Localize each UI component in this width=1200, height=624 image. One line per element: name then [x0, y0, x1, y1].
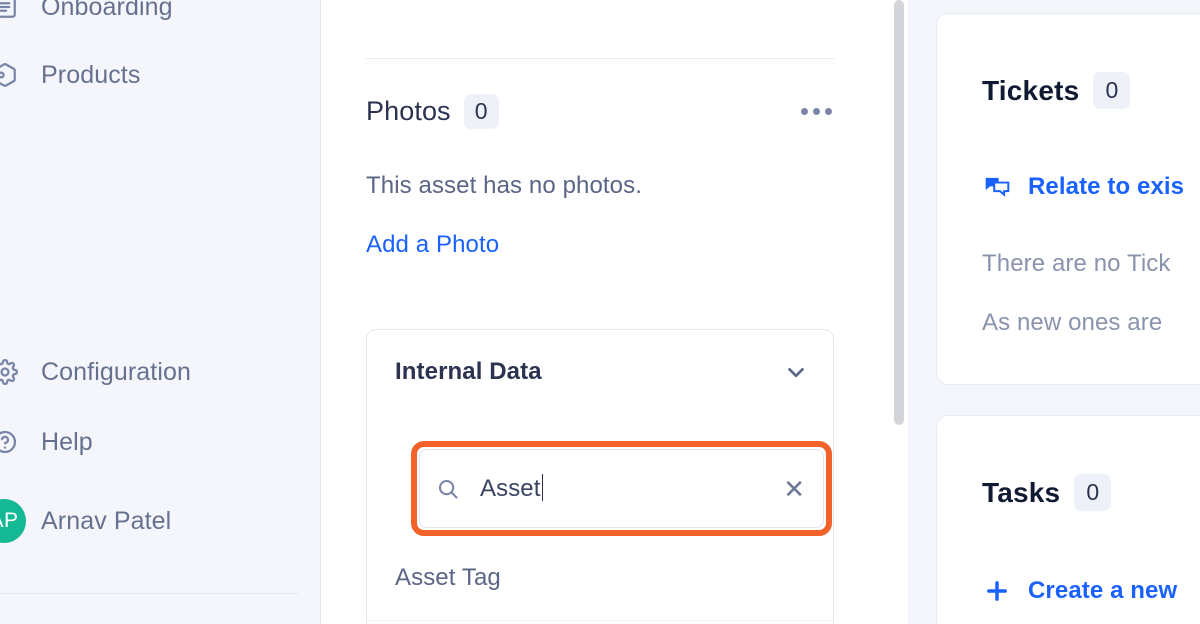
sidebar-item-label: Products [41, 60, 141, 89]
relate-link-label: Relate to exis [1028, 173, 1185, 200]
photos-empty-message: This asset has no photos. [366, 172, 642, 199]
close-icon[interactable]: ✕ [783, 476, 805, 502]
gear-icon [0, 359, 18, 385]
tasks-title: Tasks [982, 476, 1061, 508]
sidebar-item-configuration[interactable]: Configuration [0, 349, 300, 395]
user-name-label: Arnav Patel [41, 506, 172, 535]
sidebar: Onboarding Products Configuration Help P… [0, 0, 321, 624]
text-caret [541, 474, 544, 501]
field-label-asset-tag[interactable]: Asset Tag [395, 564, 501, 592]
create-a-new-task-link[interactable]: Create a new [982, 576, 1177, 606]
main-content: Photos 0 This asset has no photos. Add a… [321, 0, 908, 624]
sidebar-item-label: Onboarding [41, 0, 173, 21]
sidebar-divider [0, 593, 298, 594]
search-input[interactable]: Asset ✕ [419, 449, 824, 528]
tickets-card: Tickets 0 Relate to exis There are no Ti… [936, 13, 1200, 385]
sidebar-item-onboarding[interactable]: Onboarding [0, 0, 300, 30]
scrollbar-thumb[interactable] [894, 0, 904, 425]
avatar: AP [0, 499, 26, 543]
chat-bubbles-icon [982, 172, 1012, 202]
tickets-empty-note-secondary: As new ones are [982, 309, 1163, 336]
right-panel: Tickets 0 Relate to exis There are no Ti… [908, 0, 1200, 624]
kebab-menu-icon[interactable] [799, 102, 834, 121]
list-document-icon [0, 0, 18, 20]
sidebar-item-help[interactable]: Help [0, 419, 300, 465]
tasks-header: Tasks 0 [982, 474, 1112, 511]
search-input-value: Asset [480, 474, 544, 503]
page-title: Photos [366, 95, 451, 126]
sidebar-item-products[interactable]: Products [0, 52, 300, 98]
photos-count-badge: 0 [463, 93, 499, 129]
search-icon [436, 477, 460, 501]
question-circle-icon [0, 429, 18, 455]
tickets-title: Tickets [982, 74, 1080, 106]
app-screen: Onboarding Products Configuration Help P… [0, 0, 1200, 624]
sidebar-item-label: Configuration [41, 357, 192, 386]
plus-icon [982, 576, 1012, 606]
tickets-header: Tickets 0 [982, 72, 1131, 109]
sidebar-item-label: Help [41, 427, 93, 456]
internal-data-card: Internal Data Asset ✕ Asset Tag [366, 329, 834, 624]
tickets-empty-note-primary: There are no Tick [982, 250, 1171, 277]
box-package-icon [0, 62, 18, 88]
main-scrollbar[interactable] [894, 0, 904, 624]
photos-section-header: Photos 0 [366, 90, 834, 132]
tasks-card: Tasks 0 Create a new [936, 415, 1200, 624]
relate-to-existing-ticket-link[interactable]: Relate to exis [982, 172, 1184, 202]
create-task-link-label: Create a new [1028, 577, 1178, 604]
sidebar-item-user-profile[interactable]: AP Arnav Patel [0, 498, 300, 544]
add-a-photo-link[interactable]: Add a Photo [366, 231, 499, 259]
internal-data-header[interactable]: Internal Data [395, 358, 809, 386]
section-divider [366, 58, 834, 59]
tickets-count-badge: 0 [1093, 72, 1131, 109]
chevron-down-icon[interactable] [783, 359, 809, 385]
card-row-divider [367, 620, 833, 621]
internal-data-title: Internal Data [395, 358, 542, 385]
tasks-count-badge: 0 [1074, 474, 1112, 511]
